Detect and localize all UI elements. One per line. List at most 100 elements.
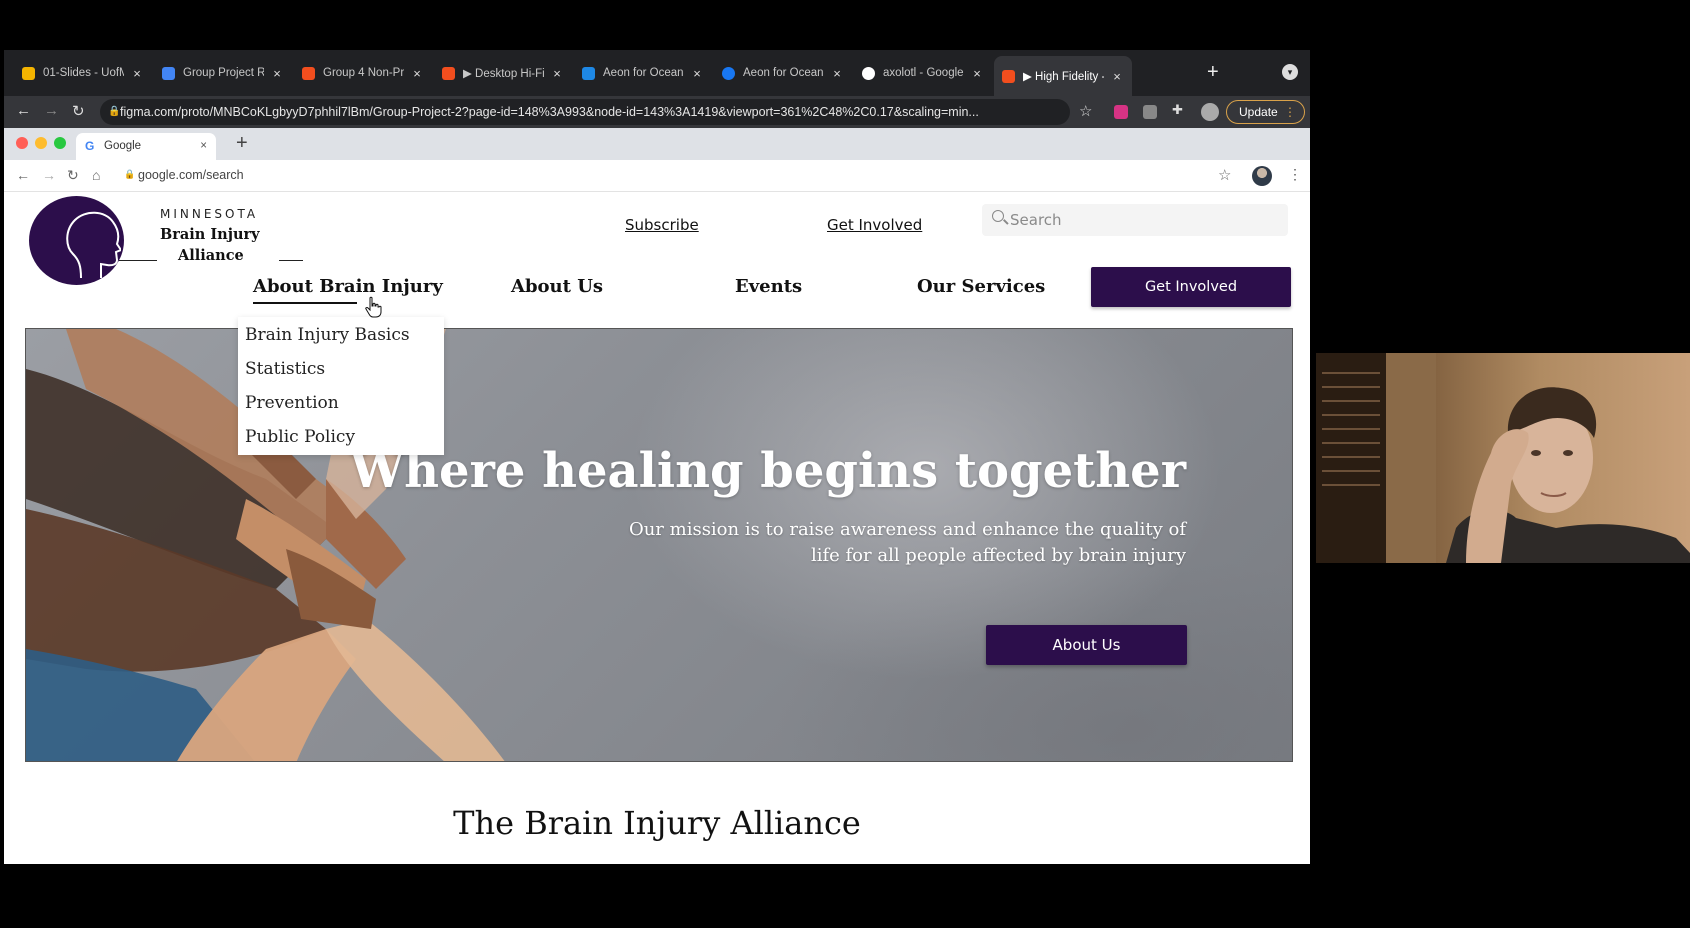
nav-events[interactable]: Events [735,276,802,297]
new-tab-icon[interactable]: + [1207,61,1219,84]
address-bar[interactable]: 🔒 figma.com/proto/MNBCoKLgbyyD7phhil7lBm… [100,99,1070,125]
puzzle-icon[interactable]: ✚ [1172,102,1186,117]
tab-aeon-2[interactable]: Aeon for Ocean's × [714,59,852,87]
about-us-button[interactable]: About Us [986,625,1187,665]
close-window-icon[interactable] [16,137,28,149]
tab-label: Aeon for Ocean's [743,67,824,79]
tab-label: Aeon for Ocean [603,67,684,79]
tab-label: 01-Slides - UofM [43,67,124,79]
docs-favicon-icon [162,66,175,80]
outer-toolbar: ← → ↻ 🔒 figma.com/proto/MNBCoKLgbyyD7phh… [4,96,1310,128]
hero-subtitle-line: life for all people affected by brain in… [810,545,1186,566]
section-title: The Brain Injury Alliance [453,804,861,842]
kebab-menu-icon[interactable]: ⋮ [1288,166,1302,183]
tab-label: Google [104,140,142,152]
hero-subtitle: Our mission is to raise awareness and en… [586,517,1186,569]
tab-label: axolotl - Google [883,67,964,79]
tab-desktop-hifi[interactable]: ▶ Desktop Hi-Fi F × [434,59,572,87]
tab-close-icon[interactable]: × [410,66,424,81]
inner-address-bar[interactable]: 🔒 google.com/search [124,168,244,182]
head-silhouette-icon [66,211,121,278]
slides-favicon-icon [22,66,35,80]
tab-close-icon[interactable]: × [130,66,144,81]
extension-icon[interactable] [1114,105,1128,119]
tab-group-project[interactable]: Group Project Re × [154,59,292,87]
figma-favicon-icon [442,66,455,80]
subscribe-link[interactable]: Subscribe [625,216,699,234]
tab-slides[interactable]: 01-Slides - UofM × [14,59,152,87]
site-search [982,204,1288,236]
about-brain-injury-dropdown: Brain Injury Basics Statistics Preventio… [238,317,444,455]
logo-divider [279,260,303,261]
logo-wordmark: Brain Injury Alliance [160,224,260,266]
nav-about-us[interactable]: About Us [511,276,603,297]
tab-close-icon[interactable]: × [550,66,564,81]
tab-axolotl[interactable]: axolotl - Google × [854,59,992,87]
figma-favicon-icon [302,66,315,80]
dropdown-item-public-policy[interactable]: Public Policy [245,427,355,447]
tab-close-icon[interactable]: × [690,66,704,81]
search-input[interactable] [1010,204,1280,236]
search-icon [992,210,1004,222]
outer-browser-window: 01-Slides - UofM × Group Project Re × Gr… [4,50,1310,864]
tab-close-icon[interactable]: × [830,66,844,81]
hero-subtitle-line: Our mission is to raise awareness and en… [628,519,1186,540]
logo-line: Brain Injury [160,226,260,243]
bookmark-star-icon[interactable]: ☆ [1218,166,1231,184]
google-favicon-icon: G [85,139,95,153]
logo-divider [119,260,157,261]
nav-active-underline [253,302,357,304]
kebab-icon: ⋮ [1284,105,1296,119]
profile-avatar[interactable] [1201,103,1219,121]
tab-close-icon[interactable]: × [970,66,984,81]
update-button[interactable]: Update ⋮ [1226,100,1305,124]
inner-tab-google[interactable]: G Google × [76,133,216,160]
nav-our-services[interactable]: Our Services [917,276,1045,297]
dropdown-item-prevention[interactable]: Prevention [245,393,339,413]
tab-aeon-1[interactable]: Aeon for Ocean × [574,59,712,87]
nav-about-brain-injury[interactable]: About Brain Injury [253,276,443,297]
tab-label: ▶ High Fidelity - [1023,71,1104,83]
tab-high-fidelity[interactable]: ▶ High Fidelity - × [994,56,1132,96]
tab-label: Group 4 Non-Pro [323,67,404,79]
extension-icon[interactable] [1143,105,1157,119]
inner-title-bar: G Google × + [4,128,1310,160]
lock-icon: 🔒 [108,106,121,117]
tab-search-icon[interactable]: ▾ [1282,64,1298,80]
forward-icon[interactable]: → [42,167,56,183]
tab-label: Group Project Re [183,67,264,79]
back-icon[interactable]: ← [16,102,31,119]
dropdown-item-brain-injury-basics[interactable]: Brain Injury Basics [245,325,410,345]
tab-close-icon[interactable]: × [270,66,284,81]
get-involved-link[interactable]: Get Involved [827,216,922,234]
tab-label: ▶ Desktop Hi-Fi F [463,68,544,80]
home-icon[interactable]: ⌂ [92,167,100,183]
bookmark-star-icon[interactable]: ☆ [1079,102,1092,120]
reload-icon[interactable]: ↻ [72,102,85,120]
lock-icon: 🔒 [124,169,136,179]
tab-close-icon[interactable]: × [200,133,207,160]
tab-close-icon[interactable]: × [1110,69,1124,84]
tab-group4[interactable]: Group 4 Non-Pro × [294,59,432,87]
reload-icon[interactable]: ↻ [67,167,79,184]
logo-line: Alliance [178,247,244,264]
person-video-image [1316,353,1690,563]
facebook-favicon-icon [722,66,735,80]
url-text: figma.com/proto/MNBCoKLgbyyD7phhil7lBm/G… [120,105,979,119]
outer-tab-bar: 01-Slides - UofM × Group Project Re × Gr… [4,50,1310,96]
google-favicon-icon [862,66,875,80]
hero-title: Where healing begins together [350,443,1186,499]
website-prototype: MINNESOTA Brain Injury Alliance Subscrib… [4,192,1310,864]
hero-banner: Where healing begins together Our missio… [25,328,1293,762]
update-label: Update [1239,105,1278,119]
minimize-window-icon[interactable] [35,137,47,149]
back-icon[interactable]: ← [16,167,30,183]
new-tab-icon[interactable]: + [236,132,248,155]
hand-cursor-icon [365,296,382,318]
profile-avatar[interactable] [1252,166,1272,186]
forward-icon[interactable]: → [44,102,59,119]
dropdown-item-statistics[interactable]: Statistics [245,359,325,379]
zoom-window-icon[interactable] [54,137,66,149]
logo-head-icon[interactable] [29,196,124,285]
get-involved-button[interactable]: Get Involved [1091,267,1291,307]
